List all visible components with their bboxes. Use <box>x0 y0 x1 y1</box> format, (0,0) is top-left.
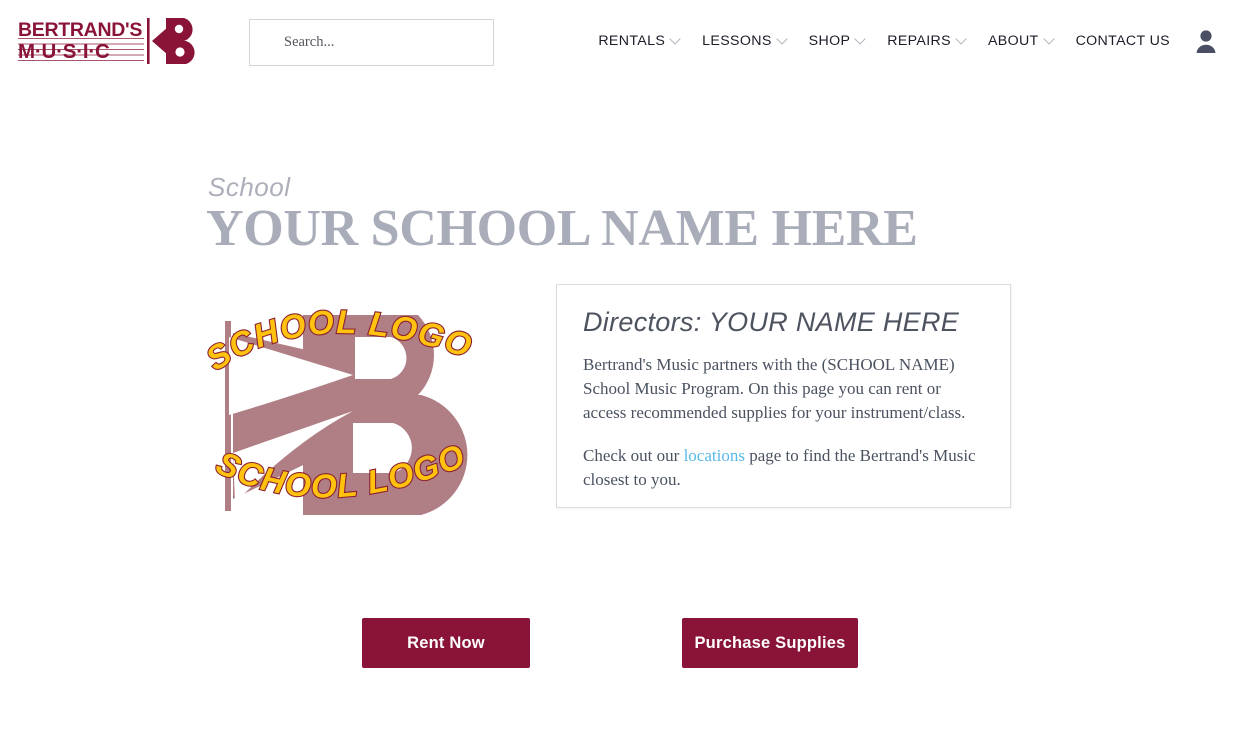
chevron-down-icon <box>778 35 787 44</box>
nav-label: RENTALS <box>598 33 666 49</box>
svg-text:BERTRAND'S: BERTRAND'S <box>18 19 142 41</box>
directors-info-card: Directors: YOUR NAME HERE Bertrand's Mus… <box>556 284 1011 508</box>
chevron-down-icon <box>957 35 966 44</box>
main-navigation: RENTALS LESSONS SHOP REPAIRS ABOUT CONTA <box>587 28 1222 54</box>
nav-label: SHOP <box>808 33 851 49</box>
nav-item-contact-us[interactable]: CONTACT US <box>1065 33 1181 49</box>
chevron-down-icon <box>671 35 680 44</box>
site-header: BERTRAND'S M·U·S·I·C RENTALS <box>0 0 1236 85</box>
card-paragraph-1: Bertrand's Music partners with the (SCHO… <box>583 355 966 422</box>
nav-label: REPAIRS <box>887 33 951 49</box>
user-account-icon[interactable] <box>1194 28 1218 54</box>
purchase-supplies-button[interactable]: Purchase Supplies <box>682 618 858 668</box>
card-heading: Directors: YOUR NAME HERE <box>583 307 960 337</box>
chevron-down-icon <box>1045 35 1054 44</box>
nav-item-about[interactable]: ABOUT <box>977 33 1065 49</box>
nav-label: CONTACT US <box>1075 33 1170 49</box>
school-logo-icon: SCHOOL LOGO SCHOOL LOGO <box>198 302 477 515</box>
cta-button-row: Rent Now Purchase Supplies <box>0 618 1236 668</box>
card-paragraph-2-before: Check out our <box>583 446 684 465</box>
chevron-down-icon <box>856 35 865 44</box>
brand-logo[interactable]: BERTRAND'S M·U·S·I·C <box>16 14 196 68</box>
svg-text:M·U·S·I·C: M·U·S·I·C <box>18 40 110 63</box>
school-logo-placeholder: SCHOOL LOGO SCHOOL LOGO <box>198 302 493 528</box>
search-input[interactable] <box>284 20 484 65</box>
nav-label: LESSONS <box>702 33 772 49</box>
nav-item-rentals[interactable]: RENTALS <box>587 33 691 49</box>
page-root: BERTRAND'S M·U·S·I·C RENTALS <box>0 0 1236 738</box>
bertrands-music-logo-icon: BERTRAND'S M·U·S·I·C <box>18 18 195 64</box>
rent-now-button[interactable]: Rent Now <box>362 618 530 668</box>
nav-label: ABOUT <box>987 33 1039 49</box>
locations-link[interactable]: locations <box>684 446 745 465</box>
search-box[interactable] <box>249 19 494 66</box>
page-title: YOUR SCHOOL NAME HERE <box>206 200 918 257</box>
nav-item-repairs[interactable]: REPAIRS <box>876 33 977 49</box>
nav-item-lessons[interactable]: LESSONS <box>691 33 797 49</box>
nav-item-shop[interactable]: SHOP <box>798 33 877 49</box>
card-paragraph-2: Check out our locations page to find the… <box>583 444 984 492</box>
